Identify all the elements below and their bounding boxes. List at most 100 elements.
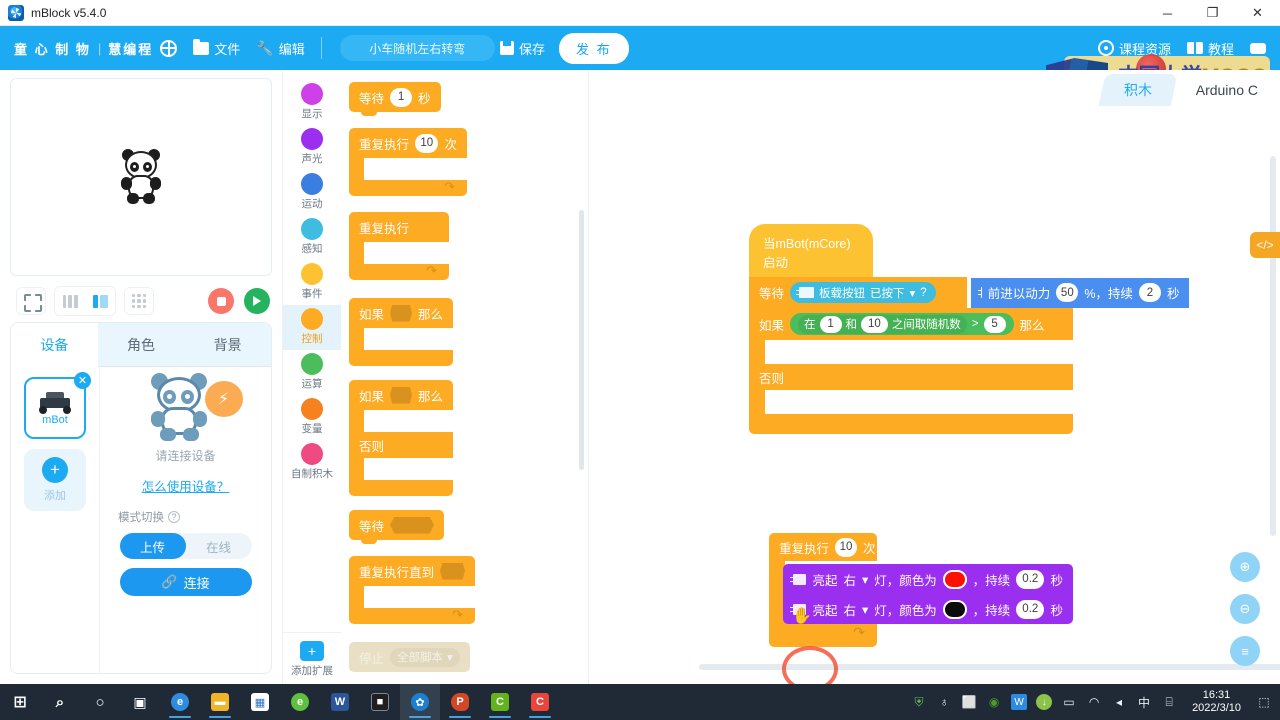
- tutorial-button[interactable]: 教程: [1186, 39, 1234, 58]
- comparison-value-input[interactable]: 5: [983, 315, 1006, 333]
- palette-block-repeat-until[interactable]: 重复执行直到 ↷: [349, 556, 475, 624]
- volume-icon[interactable]: ◂: [1111, 694, 1127, 710]
- download-icon[interactable]: ↓: [1036, 694, 1053, 710]
- wifi-icon[interactable]: ◠: [1086, 694, 1102, 710]
- category-sensing[interactable]: 感知: [283, 215, 341, 260]
- palette-block-repeat-times[interactable]: 重复执行 10 次 ↷: [349, 128, 467, 196]
- menu-edit[interactable]: 🔧 编辑: [256, 39, 304, 58]
- category-motion[interactable]: 运动: [283, 170, 341, 215]
- sensor-state[interactable]: 已按下: [870, 285, 905, 301]
- publish-button[interactable]: 发 布: [559, 32, 629, 64]
- tab-blocks[interactable]: 积木: [1098, 74, 1178, 106]
- dragged-led-stack[interactable]: 亮起 右 ▾ 灯，颜色为 ，持续 0.2 秒 亮起 右 ▾ 灯，颜色为 ，持续 …: [783, 564, 1073, 624]
- condition-slot[interactable]: [440, 562, 465, 580]
- category-lightsound[interactable]: 声光: [283, 125, 341, 170]
- mode-upload[interactable]: 上传: [119, 533, 186, 559]
- category-display[interactable]: 显示: [283, 80, 341, 125]
- tab-arduino-c[interactable]: Arduino C: [1173, 74, 1280, 106]
- palette-block-wait-seconds[interactable]: 等待 1 秒: [349, 82, 441, 116]
- palette-block-if-then[interactable]: 如果 那么: [349, 298, 453, 366]
- ime-icon[interactable]: 中: [1136, 694, 1152, 710]
- taskbar-store[interactable]: ▦: [240, 684, 280, 720]
- clock[interactable]: 16:31 2022/3/10: [1192, 689, 1241, 715]
- random-min-input[interactable]: 1: [819, 315, 842, 333]
- palette-block-wait-until[interactable]: 等待: [349, 510, 445, 544]
- reporter-pick-random[interactable]: 在 1 和 10 之间取随机数: [798, 314, 967, 334]
- task-view-button[interactable]: ▣: [120, 684, 160, 720]
- condition-slot[interactable]: [390, 304, 412, 322]
- repeat-count-input[interactable]: 10: [415, 133, 439, 153]
- block-move-forward[interactable]: 前进以动力 50 %，持续 2 秒: [971, 277, 1190, 308]
- zoom-reset-button[interactable]: ≡: [1230, 636, 1260, 666]
- category-operators[interactable]: 运算: [283, 350, 341, 395]
- zoom-out-button[interactable]: ⊖: [1230, 594, 1260, 624]
- block-when-mbot-starts[interactable]: 当mBot(mCore)启动: [749, 224, 873, 277]
- script-stack-dragged[interactable]: 重复执行 10 次 ↷ 亮起 右 ▾ 灯，颜色为 ，持续 0.2 秒 亮起 右 …: [769, 533, 1073, 647]
- led-color-swatch-black[interactable]: [942, 599, 967, 619]
- mode-online[interactable]: 在线: [186, 533, 252, 559]
- help-icon[interactable]: ?: [168, 511, 180, 523]
- course-resources-button[interactable]: 课程资源: [1097, 39, 1171, 58]
- repeat-count-input[interactable]: 10: [835, 537, 858, 557]
- category-events[interactable]: 事件: [283, 260, 341, 305]
- block-led-on-black[interactable]: 亮起 右 ▾ 灯，颜色为 ，持续 0.2 秒: [783, 594, 1073, 624]
- script-canvas[interactable]: 当mBot(mCore)启动 等待 板载按钮 已按下 ▾ ? 前进以动力 50 …: [589, 106, 1280, 684]
- cortana-button[interactable]: ○: [80, 684, 120, 720]
- add-device-button[interactable]: + 添加: [24, 449, 86, 511]
- monitor-icon[interactable]: ⬜: [961, 694, 977, 710]
- taskbar-terminal[interactable]: ■: [360, 684, 400, 720]
- shield-icon[interactable]: ⛨: [911, 694, 927, 710]
- canvas-vertical-scrollbar[interactable]: [1270, 156, 1276, 536]
- menu-file[interactable]: 文件: [193, 38, 240, 58]
- taskbar-word[interactable]: W: [320, 684, 360, 720]
- tab-backgrounds[interactable]: 背景: [184, 323, 271, 367]
- wait-value-input[interactable]: 1: [390, 87, 413, 107]
- taskbar-mblock[interactable]: ✿: [400, 684, 440, 720]
- device-help-link[interactable]: 怎么使用设备？: [142, 476, 230, 495]
- palette-block-stop[interactable]: 停止 全部脚本 ▾: [349, 642, 470, 672]
- palette-scrollbar[interactable]: [579, 210, 584, 470]
- close-button[interactable]: ✕: [1235, 0, 1280, 26]
- notification-center-icon[interactable]: ⬚: [1256, 694, 1272, 710]
- language-globe-icon[interactable]: [160, 39, 178, 57]
- script-stack-main[interactable]: 当mBot(mCore)启动 等待 板载按钮 已按下 ▾ ? 前进以动力 50 …: [749, 224, 1280, 434]
- small-stage-button[interactable]: [55, 287, 85, 315]
- grid-view-button[interactable]: [124, 287, 154, 315]
- forward-power-input[interactable]: 50: [1056, 283, 1079, 302]
- block-wait-until-button[interactable]: 等待 板载按钮 已按下 ▾ ?: [749, 277, 967, 308]
- device-card-mbot[interactable]: ✕ mBot: [24, 372, 91, 439]
- ime-keyboard-icon[interactable]: ⌸: [1161, 694, 1177, 710]
- search-button[interactable]: ⌕: [40, 684, 80, 720]
- show-code-button[interactable]: </>: [1250, 232, 1280, 258]
- category-control[interactable]: 控制: [283, 305, 341, 350]
- category-variables[interactable]: 变量: [283, 395, 341, 440]
- block-else[interactable]: 否则: [749, 364, 1073, 390]
- category-myblocks[interactable]: 自制积木: [283, 440, 341, 485]
- device-remove-button[interactable]: ✕: [74, 372, 91, 389]
- taskbar-file-explorer[interactable]: ▬: [200, 684, 240, 720]
- minimize-button[interactable]: ─: [1145, 0, 1190, 26]
- forward-duration-input[interactable]: 2: [1138, 283, 1161, 302]
- condition-slot[interactable]: [390, 516, 435, 534]
- block-led-on-red[interactable]: 亮起 右 ▾ 灯，颜色为 ，持续 0.2 秒: [783, 564, 1073, 594]
- fullscreen-button[interactable]: [16, 287, 46, 315]
- code-canvas-panel[interactable]: 积木 Arduino C </> 当mBot(mCore)启动 等待 板载按钮 …: [588, 70, 1280, 684]
- panda-sprite[interactable]: [117, 149, 165, 205]
- zoom-in-button[interactable]: ⊕: [1230, 552, 1260, 582]
- palette-block-forever[interactable]: 重复执行 ↷: [349, 212, 449, 280]
- add-extension-button[interactable]: + 添加扩展: [283, 632, 341, 678]
- random-max-input[interactable]: 10: [861, 315, 888, 333]
- tab-devices[interactable]: 设备: [11, 323, 98, 367]
- start-button[interactable]: ⊞: [0, 684, 40, 720]
- tab-sprites[interactable]: 角色: [97, 323, 185, 367]
- connect-button[interactable]: 🔗 连接: [119, 568, 252, 596]
- feedback-button[interactable]: [1250, 42, 1266, 54]
- block-palette[interactable]: 等待 1 秒 重复执行 10 次 ↷ 重复执行 ↷ 如果 那么 如果 那么 否则…: [341, 70, 588, 684]
- microphone-icon[interactable]: ♁: [936, 694, 952, 710]
- led-duration-input[interactable]: 0.2: [1016, 599, 1045, 619]
- reporter-greater-than[interactable]: 在 1 和 10 之间取随机数 > 5: [790, 313, 1014, 335]
- save-button[interactable]: 保存: [500, 39, 545, 58]
- led-side-dropdown[interactable]: 右: [844, 600, 857, 619]
- block-repeat-times[interactable]: 重复执行 10 次: [769, 533, 877, 561]
- green-app-icon[interactable]: ◉: [986, 694, 1002, 710]
